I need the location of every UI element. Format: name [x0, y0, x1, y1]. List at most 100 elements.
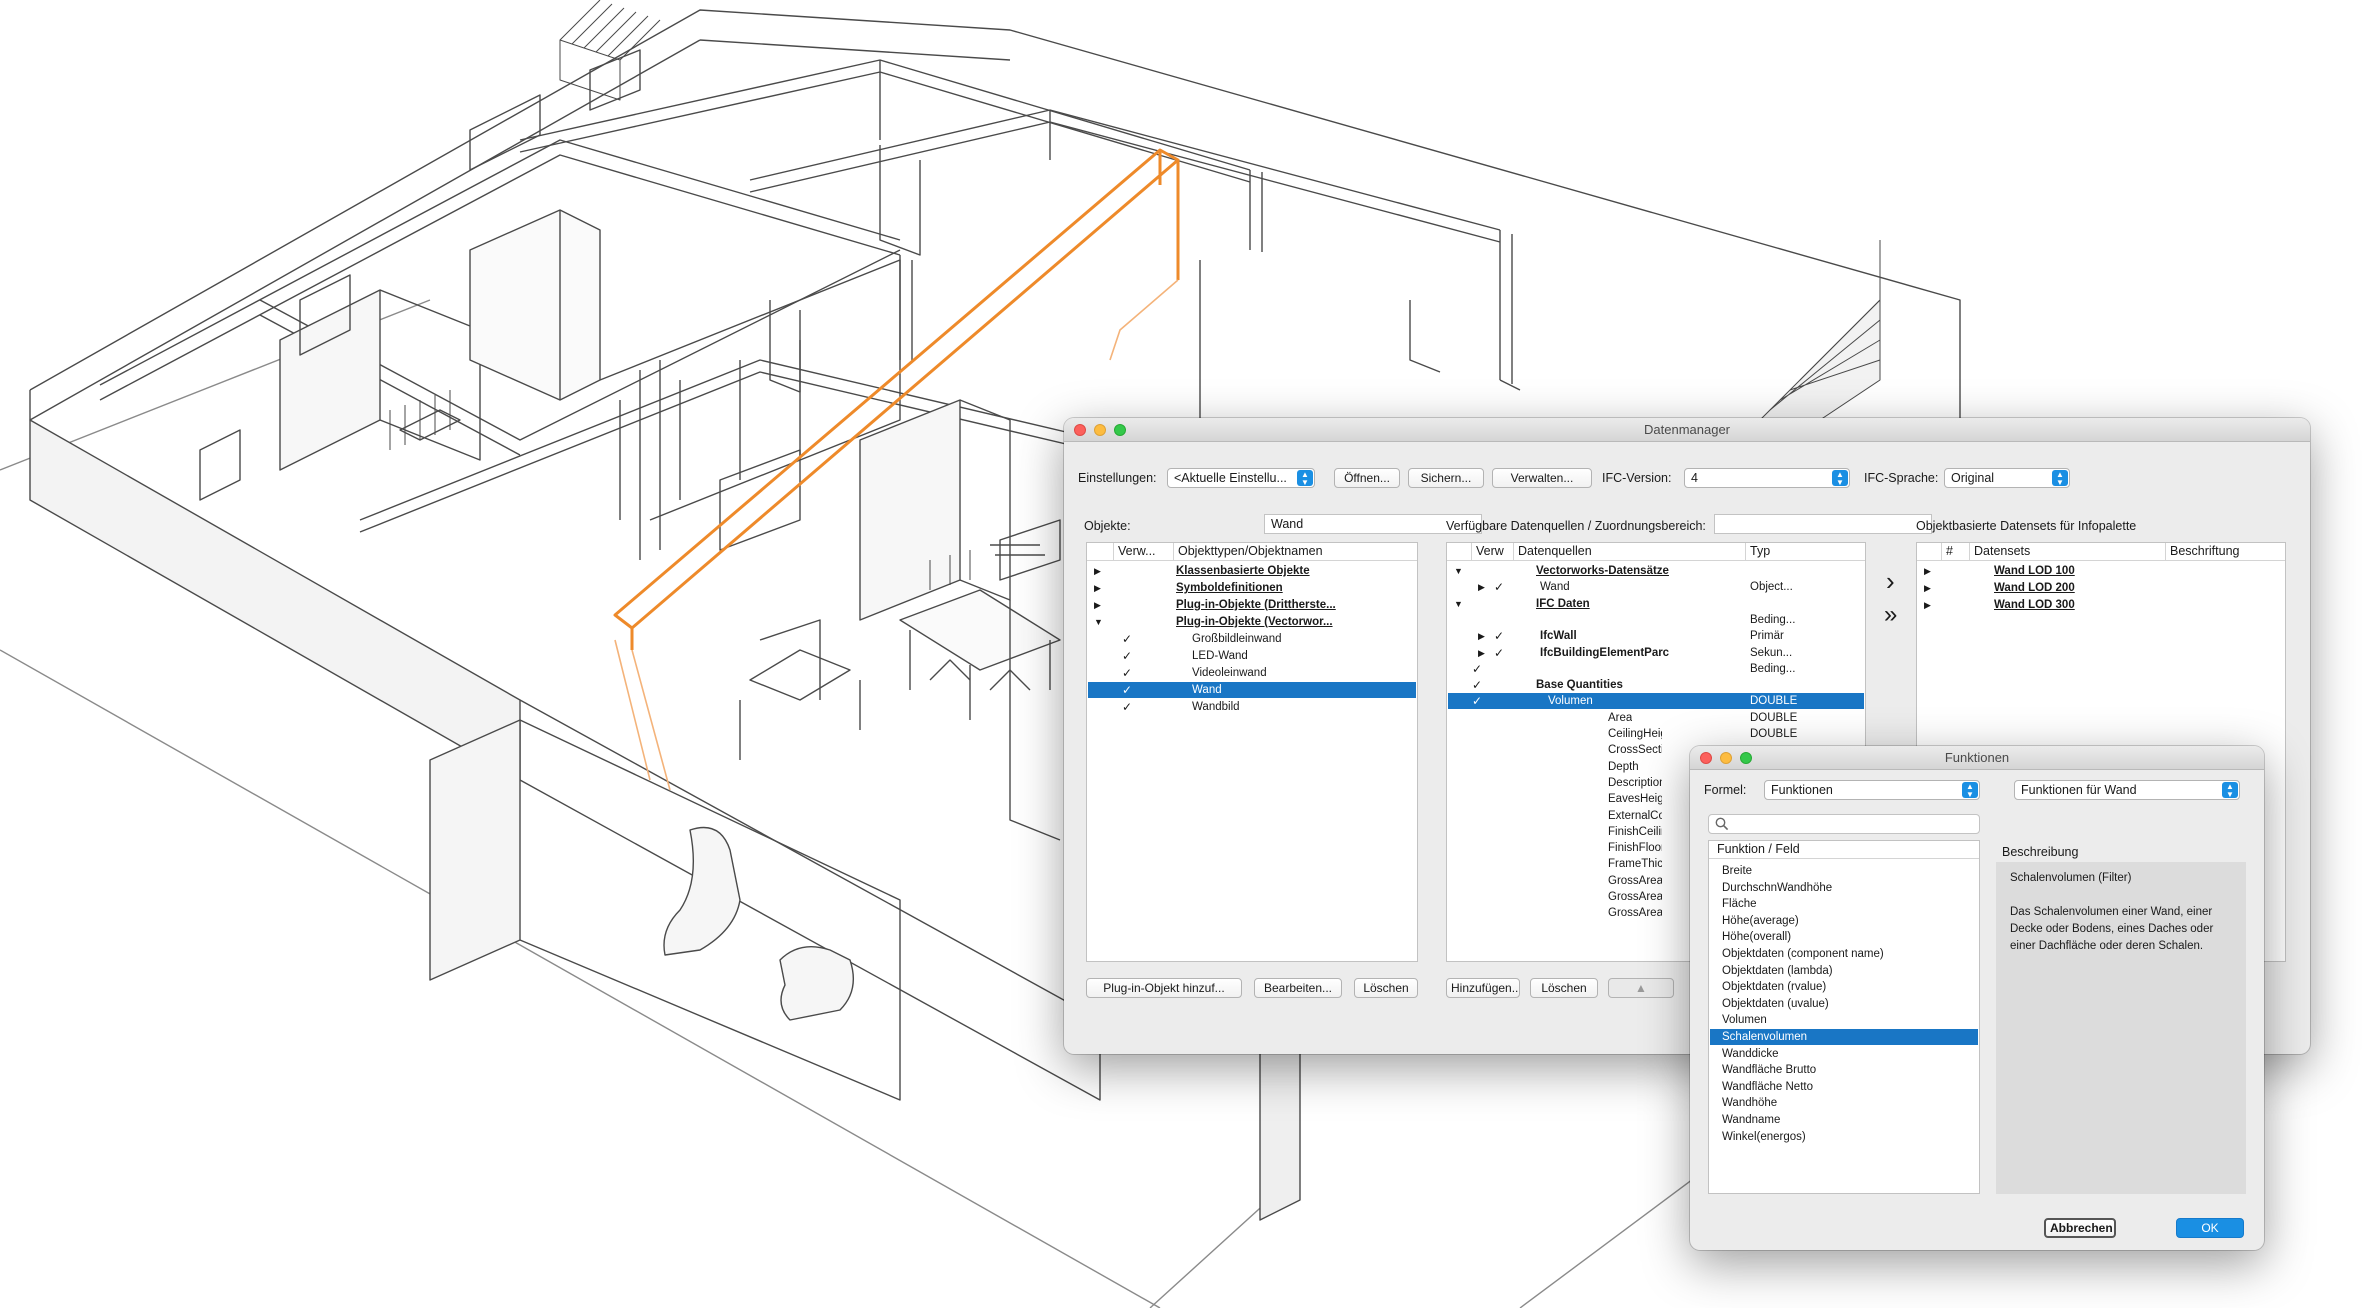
- table-row[interactable]: ▶ ✓ IfcBuildingElementParc Sekun...: [1448, 645, 1864, 661]
- plugin-objekt-hinzufuegen-button[interactable]: Plug-in-Objekt hinzuf...: [1086, 978, 1242, 998]
- einstellungen-select[interactable]: <Aktuelle Einstellu... ▲ ▼: [1167, 468, 1315, 488]
- table-row[interactable]: Area DOUBLE: [1448, 710, 1864, 726]
- list-item[interactable]: Breite: [1710, 863, 1978, 879]
- checkmark-icon[interactable]: ✓: [1472, 693, 1482, 709]
- funktionen-search-field[interactable]: [1708, 814, 1980, 834]
- disclosure-collapsed-icon[interactable]: ▶: [1094, 580, 1101, 596]
- table-row[interactable]: CeilingHeight DOUBLE: [1448, 726, 1864, 742]
- checkmark-icon[interactable]: ✓: [1122, 665, 1132, 681]
- disclosure-expanded-icon[interactable]: ▼: [1454, 596, 1463, 612]
- zoom-window-button[interactable]: [1114, 424, 1126, 436]
- col-datenquellen[interactable]: Datenquellen: [1513, 543, 1745, 561]
- disclosure-expanded-icon[interactable]: ▼: [1454, 563, 1463, 579]
- ok-button[interactable]: OK: [2176, 1218, 2244, 1238]
- table-row[interactable]: ▶ ✓ Wand Object...: [1448, 579, 1864, 595]
- zoom-window-button[interactable]: [1740, 752, 1752, 764]
- datenquellen-filter-field[interactable]: [1714, 514, 1932, 534]
- col-funktion-feld[interactable]: Funktion / Feld: [1713, 841, 1973, 859]
- funktionen-titlebar[interactable]: Funktionen: [1690, 746, 2264, 770]
- table-row[interactable]: Beding...: [1448, 612, 1864, 628]
- oeffnen-button[interactable]: Öffnen...: [1334, 468, 1400, 488]
- table-row[interactable]: ✓ Videoleinwand: [1088, 665, 1416, 681]
- formel-select[interactable]: Funktionen ▲ ▼: [1764, 780, 1980, 800]
- move-all-right-icon[interactable]: »: [1884, 602, 1897, 628]
- col-datensets[interactable]: Datensets: [1969, 543, 2165, 561]
- checkmark-icon[interactable]: ✓: [1472, 661, 1482, 677]
- datenmanager-titlebar[interactable]: Datenmanager: [1064, 418, 2310, 442]
- abbrechen-button[interactable]: Abbrechen: [2044, 1218, 2116, 1238]
- table-row[interactable]: ✓ Großbildleinwand: [1088, 631, 1416, 647]
- list-item[interactable]: Schalenvolumen: [1710, 1029, 1978, 1045]
- col-number[interactable]: #: [1941, 543, 1969, 561]
- funktionen-list[interactable]: Funktion / Feld Breite DurchschnWandhöhe F…: [1708, 840, 1980, 1194]
- sichern-button[interactable]: Sichern...: [1408, 468, 1484, 488]
- disclosure-collapsed-icon[interactable]: ▶: [1924, 563, 1931, 579]
- list-item[interactable]: Objektdaten (lambda): [1710, 963, 1978, 979]
- table-row[interactable]: ▼ IFC Daten: [1448, 596, 1864, 612]
- list-item[interactable]: Höhe(average): [1710, 913, 1978, 929]
- move-right-icon[interactable]: ›: [1886, 568, 1895, 594]
- hinzufuegen-button[interactable]: Hinzufügen...: [1446, 978, 1520, 998]
- disclosure-expanded-icon[interactable]: ▼: [1094, 614, 1103, 630]
- table-row[interactable]: ▶ Klassenbasierte Objekte: [1088, 563, 1416, 579]
- bearbeiten-button[interactable]: Bearbeiten...: [1254, 978, 1342, 998]
- disclosure-collapsed-icon[interactable]: ▶: [1094, 597, 1101, 613]
- list-item[interactable]: Fläche: [1710, 896, 1978, 912]
- disclosure-collapsed-icon[interactable]: ▶: [1094, 563, 1101, 579]
- checkmark-icon[interactable]: ✓: [1122, 631, 1132, 647]
- close-window-button[interactable]: [1074, 424, 1086, 436]
- ifc-version-select[interactable]: 4 ▲ ▼: [1684, 468, 1850, 488]
- table-row[interactable]: ▶ Plug-in-Objekte (Drittherste...: [1088, 597, 1416, 613]
- table-row[interactable]: ▼ Vectorworks-Datensätze: [1448, 563, 1864, 579]
- list-item[interactable]: Objektdaten (component name): [1710, 946, 1978, 962]
- checkmark-icon[interactable]: ✓: [1472, 677, 1482, 693]
- col-verw[interactable]: Verw: [1471, 543, 1513, 561]
- list-item[interactable]: Objektdaten (uvalue): [1710, 996, 1978, 1012]
- list-item[interactable]: Wandname: [1710, 1112, 1978, 1128]
- table-row[interactable]: ▶ Wand LOD 300: [1918, 597, 2284, 613]
- datenquellen-loeschen-button[interactable]: Löschen: [1530, 978, 1598, 998]
- list-item[interactable]: Wanddicke: [1710, 1046, 1978, 1062]
- table-row[interactable]: ▼ Plug-in-Objekte (Vectorwor...: [1088, 614, 1416, 630]
- disclosure-collapsed-icon[interactable]: ▶: [1478, 579, 1485, 595]
- table-row[interactable]: ▶ ✓ IfcWall Primär: [1448, 628, 1864, 644]
- table-row[interactable]: ✓ LED-Wand: [1088, 648, 1416, 664]
- disclosure-collapsed-icon[interactable]: ▶: [1478, 628, 1485, 644]
- funktionen-filter-select[interactable]: Funktionen für Wand ▲ ▼: [2014, 780, 2240, 800]
- search-input[interactable]: [1733, 816, 1973, 832]
- checkmark-icon[interactable]: ✓: [1494, 645, 1504, 661]
- checkmark-icon[interactable]: ✓: [1122, 682, 1132, 698]
- objekte-loeschen-button[interactable]: Löschen: [1354, 978, 1418, 998]
- col-verw[interactable]: Verw...: [1113, 543, 1173, 561]
- move-up-button[interactable]: ▲: [1608, 978, 1674, 998]
- checkmark-icon[interactable]: ✓: [1122, 648, 1132, 664]
- objects-list[interactable]: Verw... Objekttypen/Objektnamen ▶ Klassen…: [1086, 542, 1418, 962]
- list-item[interactable]: Wandfläche Brutto: [1710, 1062, 1978, 1078]
- table-row[interactable]: ▶ Wand LOD 200: [1918, 580, 2284, 596]
- disclosure-collapsed-icon[interactable]: ▶: [1924, 597, 1931, 613]
- list-item[interactable]: Volumen: [1710, 1012, 1978, 1028]
- ifc-sprache-select[interactable]: Original ▲ ▼: [1944, 468, 2070, 488]
- table-row[interactable]: ▶ Wand LOD 100: [1918, 563, 2284, 579]
- list-item[interactable]: Winkel(energos): [1710, 1129, 1978, 1145]
- list-item[interactable]: Wandfläche Netto: [1710, 1079, 1978, 1095]
- table-row[interactable]: ✓ Beding...: [1448, 661, 1864, 677]
- table-row[interactable]: ▶ Symboldefinitionen: [1088, 580, 1416, 596]
- list-item[interactable]: Objektdaten (rvalue): [1710, 979, 1978, 995]
- table-row[interactable]: ✓ Volumen DOUBLE: [1448, 693, 1864, 710]
- verwalten-button[interactable]: Verwalten...: [1492, 468, 1592, 488]
- close-window-button[interactable]: [1700, 752, 1712, 764]
- col-beschriftung[interactable]: Beschriftung: [2165, 543, 2285, 561]
- disclosure-collapsed-icon[interactable]: ▶: [1924, 580, 1931, 596]
- list-item[interactable]: DurchschnWandhöhe: [1710, 880, 1978, 896]
- col-objekttypen[interactable]: Objekttypen/Objektnamen: [1173, 543, 1409, 561]
- minimize-window-button[interactable]: [1720, 752, 1732, 764]
- checkmark-icon[interactable]: ✓: [1494, 628, 1504, 644]
- table-row[interactable]: ✓ Wand: [1088, 682, 1416, 698]
- table-row[interactable]: ✓ Base Quantities: [1448, 677, 1864, 693]
- list-item[interactable]: Höhe(overall): [1710, 929, 1978, 945]
- col-typ[interactable]: Typ: [1745, 543, 1865, 561]
- disclosure-collapsed-icon[interactable]: ▶: [1478, 645, 1485, 661]
- checkmark-icon[interactable]: ✓: [1122, 699, 1132, 715]
- list-item[interactable]: Wandhöhe: [1710, 1095, 1978, 1111]
